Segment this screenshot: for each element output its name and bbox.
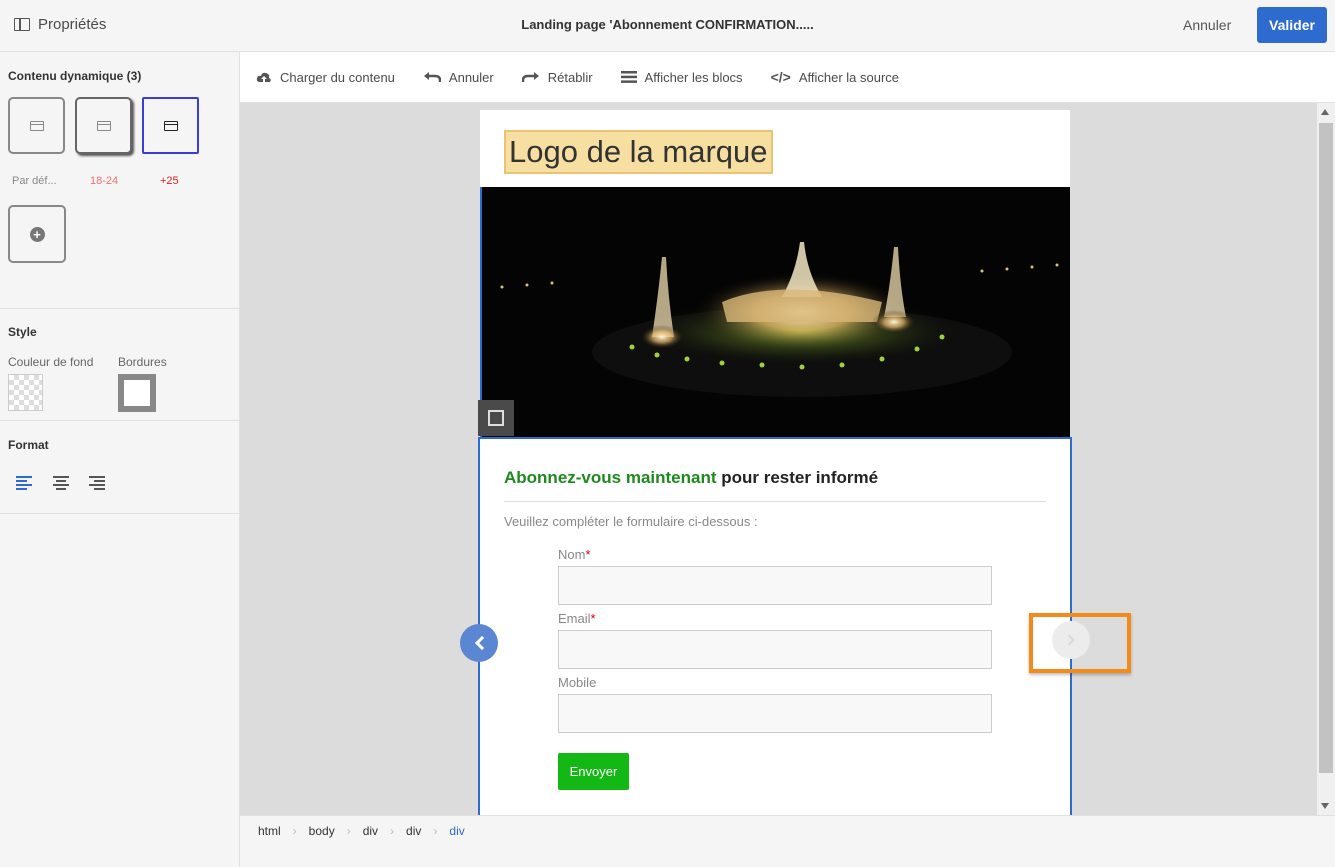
email-field[interactable] — [558, 630, 992, 669]
previous-variant-button[interactable] — [460, 624, 498, 662]
scroll-up-arrow-icon[interactable] — [1321, 109, 1329, 115]
name-label: Nom* — [558, 547, 591, 562]
editor-canvas: Logo de la marque Abonnez-vous maintenan… — [240, 103, 1317, 815]
plus-icon: + — [29, 226, 45, 242]
format-title: Format — [8, 438, 49, 452]
chevron-right-icon: › — [292, 824, 297, 838]
editor-toolbar: Charger du contenu Annuler Rétablir Affi… — [240, 52, 1335, 103]
redo-icon — [521, 72, 539, 82]
borders-label: Bordures — [118, 355, 167, 369]
crumb-div[interactable]: div — [406, 824, 421, 838]
undo-icon — [423, 72, 441, 82]
brand-logo[interactable]: Logo de la marque — [504, 130, 773, 174]
form-title: Abonnez-vous maintenant pour rester info… — [504, 468, 878, 488]
block-settings-button[interactable] — [478, 400, 514, 436]
variant-label-25-plus: +25 — [160, 175, 179, 187]
chevron-left-icon — [474, 635, 489, 651]
crumb-div[interactable]: div — [363, 824, 378, 838]
dom-breadcrumb: html › body › div › div › div — [240, 815, 1335, 867]
crumb-div-current[interactable]: div — [449, 824, 464, 838]
divider — [0, 308, 240, 309]
align-left-icon[interactable] — [16, 476, 32, 490]
style-title: Style — [8, 325, 37, 339]
chevron-right-icon: › — [390, 824, 395, 838]
undo-label: Annuler — [448, 69, 494, 85]
mobile-field[interactable] — [558, 694, 992, 733]
chevron-right-icon: › — [433, 824, 438, 838]
crumb-html[interactable]: html — [258, 824, 281, 838]
next-variant-highlight — [1029, 613, 1131, 673]
hero-image[interactable] — [480, 187, 1070, 437]
cloud-upload-icon — [256, 72, 271, 82]
dynamic-content-title: Contenu dynamique (3) — [8, 69, 142, 83]
load-content-label: Charger du contenu — [280, 69, 395, 85]
content-block-icon — [96, 120, 111, 131]
variant-18-24[interactable] — [75, 97, 132, 154]
add-variant-button[interactable]: + — [8, 205, 66, 263]
content-block-icon — [163, 120, 178, 131]
redo-label: Rétablir — [547, 69, 593, 85]
content-block-icon — [29, 120, 44, 131]
form-intro: Veuillez compléter le formulaire ci-dess… — [504, 514, 758, 529]
form-divider — [504, 501, 1046, 502]
align-center-icon[interactable] — [53, 476, 69, 490]
crumb-body[interactable]: body — [309, 824, 335, 838]
variant-default[interactable] — [8, 97, 65, 154]
fountain-image — [482, 187, 1070, 437]
load-content-button[interactable]: Charger du contenu — [256, 70, 395, 85]
landing-page-preview: Logo de la marque Abonnez-vous maintenan… — [478, 110, 1072, 815]
bg-color-swatch[interactable] — [8, 374, 43, 411]
border-swatch[interactable] — [118, 374, 156, 412]
properties-panel: Contenu dynamique (3) Par déf... 18-24 +… — [0, 52, 240, 867]
cancel-button[interactable]: Annuler — [1183, 17, 1231, 33]
show-blocks-label: Afficher les blocs — [644, 69, 743, 85]
form-title-rest: pour rester informé — [716, 468, 879, 487]
divider — [0, 513, 240, 514]
validate-button[interactable]: Valider — [1257, 7, 1327, 43]
chevron-right-icon: › — [346, 824, 351, 838]
submit-button[interactable]: Envoyer — [558, 753, 629, 790]
vertical-scrollbar[interactable] — [1317, 103, 1335, 815]
variant-label-18-24: 18-24 — [90, 175, 119, 187]
email-label: Email* — [558, 611, 596, 626]
variant-25-plus[interactable] — [142, 97, 199, 154]
form-title-highlight: Abonnez-vous maintenant — [504, 468, 717, 487]
form-block[interactable]: Abonnez-vous maintenant pour rester info… — [478, 437, 1072, 815]
show-source-label: Afficher la source — [798, 69, 900, 85]
name-field[interactable] — [558, 566, 992, 605]
show-source-button[interactable]: </> Afficher la source — [771, 69, 899, 85]
top-bar: Propriétés Landing page 'Abonnement CONF… — [0, 0, 1335, 52]
code-icon: </> — [770, 69, 791, 85]
blocks-icon — [620, 71, 637, 83]
show-blocks-button[interactable]: Afficher les blocs — [620, 69, 743, 85]
page-title: Landing page 'Abonnement CONFIRMATION...… — [521, 17, 814, 32]
undo-button[interactable]: Annuler — [423, 70, 494, 85]
align-right-icon[interactable] — [89, 476, 105, 490]
redo-button[interactable]: Rétablir — [521, 69, 593, 85]
block-icon — [488, 410, 504, 426]
divider — [0, 420, 240, 421]
mobile-label: Mobile — [558, 675, 597, 690]
variant-label-default: Par déf... — [12, 175, 57, 187]
bg-color-label: Couleur de fond — [8, 355, 94, 369]
scroll-down-arrow-icon[interactable] — [1321, 803, 1329, 809]
scroll-thumb[interactable] — [1319, 123, 1333, 773]
